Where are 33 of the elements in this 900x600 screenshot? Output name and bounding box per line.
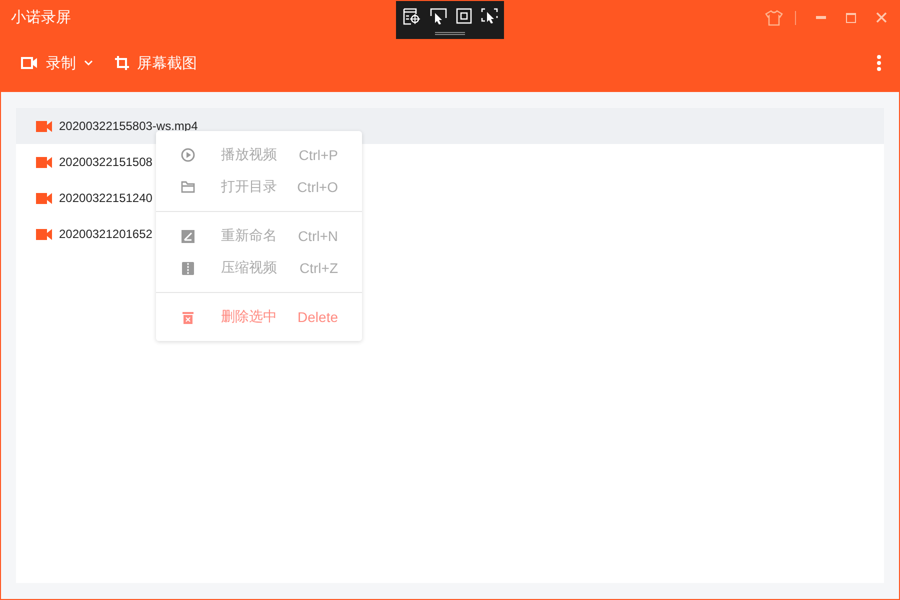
- file-name: 20200322151240: [59, 191, 152, 205]
- file-row[interactable]: 20200321201652: [16, 216, 152, 252]
- file-name: 20200321201652: [59, 227, 152, 241]
- menu-item[interactable]: 删除选中 Delete: [156, 301, 362, 333]
- square-icon[interactable]: [456, 8, 472, 24]
- file-row[interactable]: 20200322155803-ws.mp4: [16, 108, 884, 144]
- video-camera-icon: [36, 156, 52, 168]
- menu-item[interactable]: 压缩视频 Ctrl+Z: [156, 252, 362, 284]
- play-icon: [181, 148, 195, 162]
- trash-icon: [181, 310, 195, 324]
- file-name: 20200322151508: [59, 155, 152, 169]
- window-title: 小诺录屏: [11, 8, 71, 27]
- menu-item[interactable]: 重新命名 Ctrl+N: [156, 220, 362, 252]
- more-icon[interactable]: [877, 55, 881, 71]
- zip-file-icon: [181, 262, 195, 274]
- file-row[interactable]: 20200322151508: [16, 144, 152, 180]
- video-camera-icon: [36, 120, 52, 132]
- caret-icon: [84, 60, 93, 66]
- crop-icon: [115, 56, 129, 70]
- screenshot-button[interactable]: 屏幕截图: [115, 54, 197, 72]
- video-camera-icon: [36, 228, 52, 240]
- cursor-region-icon[interactable]: [430, 8, 447, 25]
- menu-item[interactable]: 打开目录 Ctrl+O: [156, 171, 362, 203]
- file-row[interactable]: 20200322151240: [16, 180, 152, 216]
- record-button[interactable]: 录制: [21, 54, 93, 72]
- folder-icon: [181, 181, 195, 193]
- video-camera-icon: [21, 57, 38, 69]
- drag-handle-icon[interactable]: [435, 32, 465, 35]
- video-camera-icon: [36, 192, 52, 204]
- file-name: 20200322155803-ws.mp4: [59, 119, 198, 133]
- edit-icon: [181, 230, 195, 242]
- fullscreen-cursor-icon[interactable]: [481, 8, 498, 24]
- window-target-icon[interactable]: [403, 8, 421, 25]
